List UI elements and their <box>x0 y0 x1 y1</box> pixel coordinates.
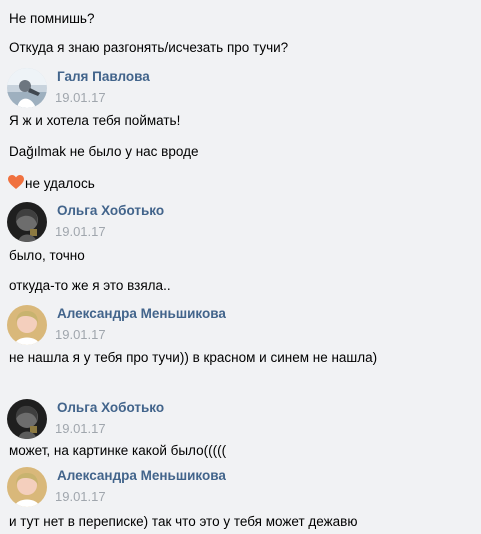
message-text: может, на картинке какой было((((( <box>9 443 227 458</box>
message-text-content: не удалось <box>25 176 95 191</box>
message-text: не нашла я у тебя про тучи)) в красном и… <box>9 350 378 365</box>
message-header: Александра Меньшикова 19.01.17 <box>7 305 467 349</box>
user-photo-icon <box>7 68 47 108</box>
message-text: и тут нет в переписке) так что это у теб… <box>9 514 358 529</box>
message-text: не удалось <box>8 175 95 194</box>
avatar[interactable] <box>7 202 47 242</box>
message-text: откуда-то же я это взяла.. <box>9 278 171 293</box>
message-date[interactable]: 19.01.17 <box>55 327 106 343</box>
author-name[interactable]: Галя Павлова <box>57 69 150 85</box>
author-name[interactable]: Александра Меньшикова <box>57 468 226 484</box>
author-name[interactable]: Александра Меньшикова <box>57 306 226 322</box>
message-date[interactable]: 19.01.17 <box>55 224 106 240</box>
user-photo-icon <box>7 202 47 242</box>
avatar[interactable] <box>7 399 47 439</box>
message-header: Александра Меньшикова 19.01.17 <box>7 467 467 511</box>
user-photo-icon <box>7 399 47 439</box>
message-date[interactable]: 19.01.17 <box>55 489 106 505</box>
message-text: Откуда я знаю разгонять/исчезать про туч… <box>9 40 289 55</box>
message-date[interactable]: 19.01.17 <box>55 421 106 437</box>
avatar[interactable] <box>7 467 47 507</box>
user-photo-icon <box>7 305 47 345</box>
message-header: Ольга Хоботько 19.01.17 <box>7 399 467 443</box>
author-name[interactable]: Ольга Хоботько <box>57 400 164 416</box>
user-photo-icon <box>7 467 47 507</box>
message-text: Dağılmak не было у нас вроде <box>9 144 199 159</box>
message-text: Не помнишь? <box>9 11 95 26</box>
message-header: Ольга Хоботько 19.01.17 <box>7 202 467 246</box>
message-text: было, точно <box>9 248 85 263</box>
message-date[interactable]: 19.01.17 <box>55 90 106 106</box>
chat-history: Не помнишь? Откуда я знаю разгонять/исче… <box>0 0 481 534</box>
avatar[interactable] <box>7 305 47 345</box>
message-header: Галя Павлова 19.01.17 <box>7 68 467 112</box>
avatar[interactable] <box>7 68 47 108</box>
message-text: Я ж и хотела тебя поймать! <box>9 113 181 128</box>
author-name[interactable]: Ольга Хоботько <box>57 203 164 219</box>
heart-icon <box>8 175 24 194</box>
